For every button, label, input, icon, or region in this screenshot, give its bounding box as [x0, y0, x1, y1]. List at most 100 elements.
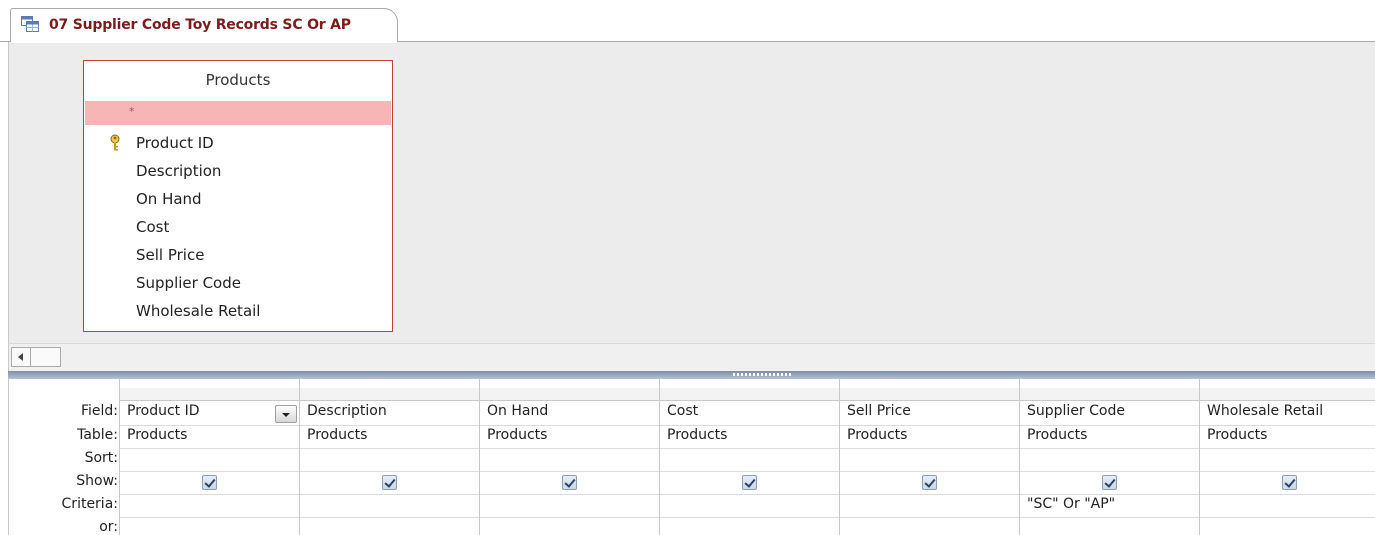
grid-line — [480, 517, 659, 518]
grid-column-supplier-code[interactable]: Supplier Code Products "SC" Or "AP" — [1019, 379, 1199, 535]
row-label-criteria: Criteria: — [61, 496, 118, 512]
pane-splitter[interactable] — [8, 371, 1375, 379]
grid-line — [1020, 517, 1199, 518]
query-document-tab[interactable]: 07 Supplier Code Toy Records SC Or AP — [10, 8, 398, 43]
grid-line — [840, 425, 1019, 426]
show-checkbox[interactable] — [562, 475, 577, 490]
query-design-grid: Field: Table: Sort: Show: Criteria: or: … — [8, 379, 1375, 535]
show-checkbox[interactable] — [1102, 475, 1117, 490]
column-selector[interactable] — [300, 388, 479, 401]
grid-line — [660, 425, 839, 426]
grid-line — [1020, 425, 1199, 426]
grid-line — [120, 471, 299, 472]
column-selector[interactable] — [480, 388, 659, 401]
field-list-item-description[interactable]: Description — [136, 162, 221, 180]
grid-line — [840, 471, 1019, 472]
row-label-table: Table: — [77, 427, 118, 443]
table-cell[interactable]: Products — [1207, 427, 1267, 443]
grid-line — [840, 448, 1019, 449]
table-cell[interactable]: Products — [847, 427, 907, 443]
table-cell[interactable]: Products — [667, 427, 727, 443]
show-checkbox[interactable] — [382, 475, 397, 490]
show-checkbox[interactable] — [922, 475, 937, 490]
grid-line — [660, 471, 839, 472]
splitter-grip-icon[interactable] — [733, 373, 793, 376]
field-dropdown-arrow-icon[interactable] — [275, 405, 297, 423]
column-selector[interactable] — [840, 388, 1019, 401]
table-cell[interactable]: Products — [127, 427, 187, 443]
grid-column-product-id[interactable]: Product ID Products — [119, 379, 299, 535]
row-label-field: Field: — [80, 403, 118, 419]
grid-line — [300, 494, 479, 495]
grid-column-description[interactable]: Description Products — [299, 379, 479, 535]
column-selector[interactable] — [1020, 388, 1199, 401]
field-list-item-cost[interactable]: Cost — [136, 218, 169, 236]
grid-line — [1020, 494, 1199, 495]
grid-line — [660, 448, 839, 449]
grid-row-labels: Field: Table: Sort: Show: Criteria: or: — [9, 379, 119, 535]
field-list-item-sell-price[interactable]: Sell Price — [136, 246, 204, 264]
grid-line — [480, 448, 659, 449]
grid-line — [120, 517, 299, 518]
column-selector[interactable] — [1200, 388, 1375, 401]
grid-line — [480, 494, 659, 495]
scrollbar-track[interactable] — [31, 347, 61, 367]
field-list-all-fields-row[interactable]: * — [85, 101, 391, 125]
table-cell[interactable]: Products — [487, 427, 547, 443]
criteria-cell[interactable]: "SC" Or "AP" — [1027, 496, 1115, 512]
grid-line — [1200, 448, 1375, 449]
show-checkbox[interactable] — [742, 475, 757, 490]
primary-key-icon — [110, 134, 120, 151]
grid-column-sell-price[interactable]: Sell Price Products — [839, 379, 1019, 535]
field-cell[interactable]: Wholesale Retail — [1207, 403, 1323, 419]
field-cell[interactable]: Cost — [667, 403, 698, 419]
field-cell[interactable]: Description — [307, 403, 387, 419]
grid-line — [120, 494, 299, 495]
grid-column-cost[interactable]: Cost Products — [659, 379, 839, 535]
tab-title: 07 Supplier Code Toy Records SC Or AP — [49, 17, 351, 33]
show-checkbox[interactable] — [1282, 475, 1297, 490]
grid-line — [300, 448, 479, 449]
grid-line — [660, 517, 839, 518]
products-table-field-list[interactable]: Products * Product ID Description On Han… — [83, 60, 393, 332]
grid-column-on-hand[interactable]: On Hand Products — [479, 379, 659, 535]
grid-line — [1200, 494, 1375, 495]
grid-line — [1200, 471, 1375, 472]
grid-column-wholesale-retail[interactable]: Wholesale Retail Products — [1199, 379, 1375, 535]
document-tab-strip: 07 Supplier Code Toy Records SC Or AP — [0, 0, 1375, 43]
grid-line — [840, 494, 1019, 495]
grid-line — [840, 517, 1019, 518]
grid-line — [120, 425, 299, 426]
design-grid-columns: Product ID Products Description Products — [119, 379, 1375, 535]
column-selector[interactable] — [660, 388, 839, 401]
grid-line — [1200, 425, 1375, 426]
grid-line — [660, 494, 839, 495]
grid-line — [480, 471, 659, 472]
field-cell[interactable]: Product ID — [127, 403, 200, 419]
row-label-sort: Sort: — [84, 450, 118, 466]
field-list-item-wholesale-retail[interactable]: Wholesale Retail — [136, 302, 260, 320]
table-cell[interactable]: Products — [307, 427, 367, 443]
design-pane-horizontal-scrollbar[interactable] — [8, 343, 1375, 372]
grid-line — [300, 425, 479, 426]
field-list-title: Products — [205, 71, 271, 89]
grid-line — [1020, 471, 1199, 472]
field-list-item-on-hand[interactable]: On Hand — [136, 190, 202, 208]
column-selector[interactable] — [120, 388, 299, 401]
grid-line — [1200, 517, 1375, 518]
query-icon — [21, 16, 39, 32]
field-cell[interactable]: On Hand — [487, 403, 548, 419]
table-cell[interactable]: Products — [1027, 427, 1087, 443]
scroll-left-arrow-icon[interactable] — [11, 347, 31, 367]
grid-line — [480, 425, 659, 426]
row-label-or: or: — [99, 519, 118, 535]
field-list-item-product-id[interactable]: Product ID — [136, 134, 214, 152]
grid-line — [120, 448, 299, 449]
field-list-item-supplier-code[interactable]: Supplier Code — [136, 274, 241, 292]
show-checkbox[interactable] — [202, 475, 217, 490]
field-cell[interactable]: Supplier Code — [1027, 403, 1125, 419]
grid-line — [1020, 448, 1199, 449]
tab-bottom-mask — [11, 41, 397, 43]
query-design-pane[interactable]: Products * Product ID Description On Han… — [8, 42, 1375, 343]
field-cell[interactable]: Sell Price — [847, 403, 911, 419]
